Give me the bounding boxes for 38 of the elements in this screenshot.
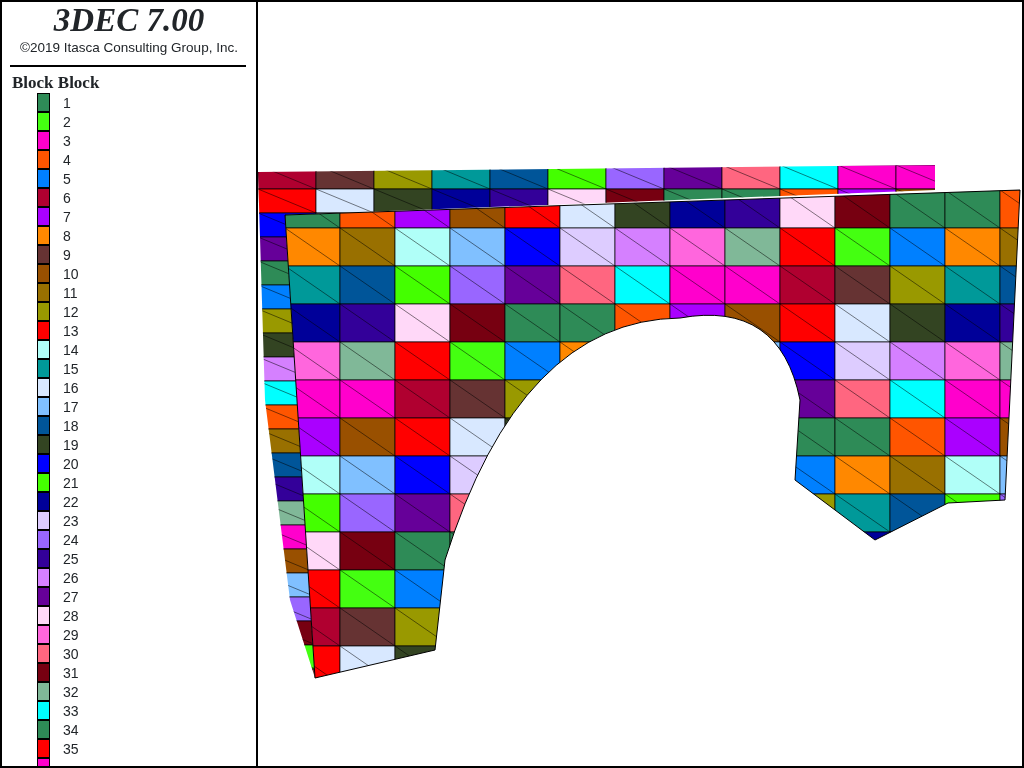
legend-label: 18: [63, 417, 79, 434]
legend-label: 34: [63, 721, 79, 738]
copyright-text: ©2019 Itasca Consulting Group, Inc.: [19, 39, 239, 57]
legend-label: 12: [63, 303, 79, 320]
legend-label: 14: [63, 341, 79, 358]
legend-label: 10: [63, 265, 79, 282]
legend-label: 17: [63, 398, 79, 415]
legend-label: 27: [63, 588, 79, 605]
legend-label: 28: [63, 607, 79, 624]
legend-label: 32: [63, 683, 79, 700]
legend-label: 29: [63, 626, 79, 643]
legend-label: 33: [63, 702, 79, 719]
legend-label: 3: [63, 132, 71, 149]
legend-label: 22: [63, 493, 79, 510]
legend-label: 5: [63, 170, 71, 187]
legend-label: 24: [63, 531, 79, 548]
legend-label: 1: [63, 94, 71, 111]
legend-label: 4: [63, 151, 71, 168]
legend-label: 13: [63, 322, 79, 339]
legend-label: 26: [63, 569, 79, 586]
legend-label: 23: [63, 512, 79, 529]
legend-label: 31: [63, 664, 79, 681]
legend-label: 9: [63, 246, 71, 263]
legend-label: 19: [63, 436, 79, 453]
legend-label: 8: [63, 227, 71, 244]
legend-label: 6: [63, 189, 71, 206]
legend-label: 2: [63, 113, 71, 130]
legend-label: 7: [63, 208, 71, 225]
legend-label: 20: [63, 455, 79, 472]
program-title: 3DEC 7.00: [52, 3, 206, 37]
legend-label: 11: [63, 284, 78, 301]
legend-label: 35: [63, 740, 79, 757]
legend-label: 15: [63, 360, 79, 377]
legend-title: Block Block: [12, 73, 101, 93]
legend-label: 25: [63, 550, 79, 567]
legend-label: 30: [63, 645, 79, 662]
legend-label: 16: [63, 379, 79, 396]
legend-label: 21: [63, 474, 79, 491]
